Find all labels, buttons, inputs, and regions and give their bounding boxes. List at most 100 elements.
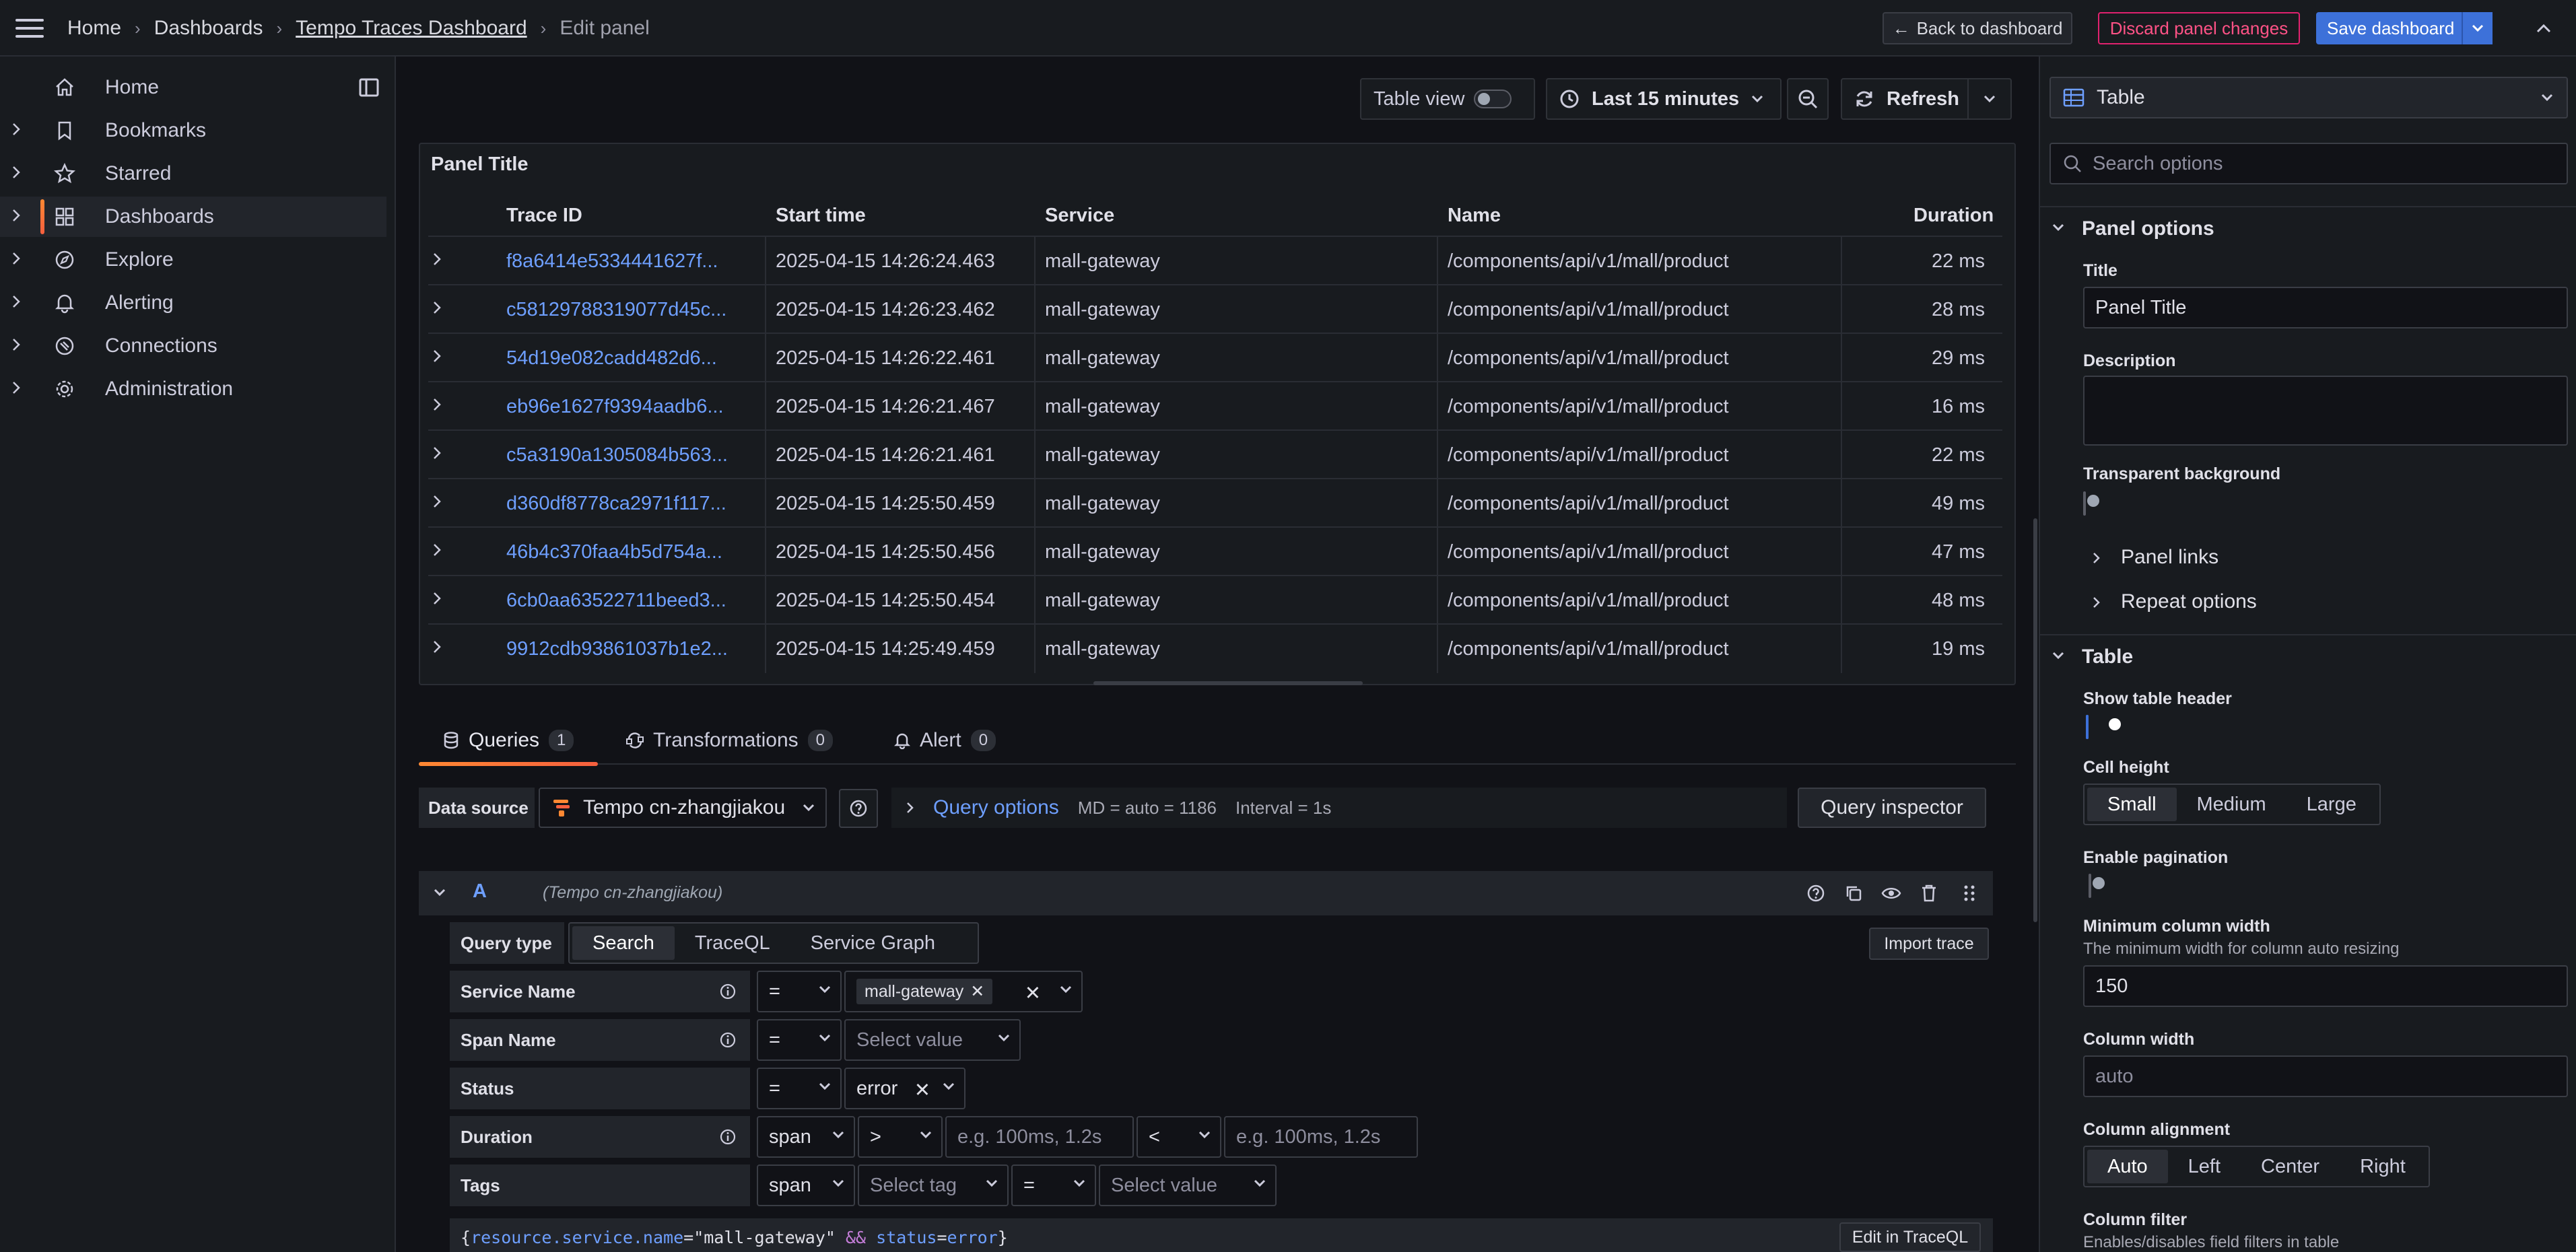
column-header-service[interactable]: Service — [1045, 205, 1114, 227]
chevron-right-icon[interactable] — [12, 381, 20, 394]
import-trace-button[interactable]: Import trace — [1869, 928, 1989, 960]
chevron-right-icon[interactable] — [12, 338, 20, 351]
repeat-options-section[interactable]: Repeat options — [2083, 582, 2568, 622]
table-view-toggle[interactable]: Table view — [1360, 78, 1535, 120]
table-row[interactable]: f8a6414e5334441627f... 2025-04-15 14:26:2… — [428, 236, 2002, 285]
datasource-picker[interactable]: Tempo cn-zhangjiakou — [539, 788, 827, 828]
query-type-search[interactable]: Search — [572, 926, 675, 960]
sidebar-item-explore[interactable]: Explore — [0, 240, 386, 280]
chevron-right-icon[interactable] — [12, 252, 20, 265]
sidebar-item-bookmarks[interactable]: Bookmarks — [0, 110, 386, 151]
expand-row-icon[interactable] — [432, 494, 442, 509]
query-type-service-graph[interactable]: Service Graph — [790, 926, 955, 960]
breadcrumb-dashboards[interactable]: Dashboards — [154, 17, 263, 40]
tab-queries[interactable]: Queries 1 — [418, 716, 599, 766]
sidebar-item-administration[interactable]: Administration — [0, 369, 386, 409]
sidebar-item-starred[interactable]: Starred — [0, 153, 386, 194]
refresh-interval-dropdown[interactable] — [1967, 78, 2012, 120]
duration-max-operator[interactable]: < — [1137, 1116, 1221, 1158]
table-options-section[interactable]: Table — [2040, 634, 2576, 679]
chevron-right-icon[interactable] — [12, 123, 20, 136]
info-circle-icon[interactable] — [719, 983, 737, 1000]
column-header-trace-id[interactable]: Trace ID — [506, 205, 582, 227]
panel-links-section[interactable]: Panel links — [2083, 537, 2568, 578]
expand-row-icon[interactable] — [432, 446, 442, 460]
chevron-right-icon[interactable] — [12, 295, 20, 308]
min-column-width-input[interactable]: 150 — [2083, 965, 2568, 1007]
enable-pagination-switch[interactable] — [2089, 874, 2091, 898]
eye-icon[interactable] — [1880, 882, 1903, 905]
chevron-down-icon[interactable] — [434, 889, 446, 897]
info-circle-icon[interactable] — [719, 1128, 737, 1146]
trace-id-link[interactable]: 6cb0aa63522711beed3... — [506, 590, 726, 612]
duration-min-input[interactable]: e.g. 100ms, 1.2s — [945, 1116, 1134, 1158]
show-table-header-switch[interactable] — [2086, 715, 2089, 739]
column-header-start-time[interactable]: Start time — [776, 205, 866, 227]
drag-handle-icon[interactable] — [1958, 882, 1981, 905]
collapse-pane-button[interactable] — [2528, 12, 2560, 44]
expand-row-icon[interactable] — [432, 397, 442, 412]
back-to-dashboard-button[interactable]: ← Back to dashboard — [1883, 12, 2072, 44]
time-range-picker[interactable]: Last 15 minutes — [1546, 78, 1782, 120]
copy-icon[interactable] — [1842, 882, 1865, 905]
align-auto[interactable]: Auto — [2087, 1150, 2168, 1183]
tags-value-select[interactable]: Select value — [1099, 1164, 1277, 1206]
trace-id-link[interactable]: 46b4c370faa4b5d754a... — [506, 541, 722, 563]
table-row[interactable]: c58129788319077d45c... 2025-04-15 14:26:2… — [428, 284, 2002, 334]
trace-id-link[interactable]: c58129788319077d45c... — [506, 299, 726, 321]
breadcrumb-dashboard[interactable]: Tempo Traces Dashboard — [296, 17, 527, 40]
trace-id-link[interactable]: d360df8778ca2971f117... — [506, 493, 726, 515]
trace-id-link[interactable]: eb96e1627f9394aadb6... — [506, 396, 724, 418]
expand-row-icon[interactable] — [432, 349, 442, 363]
span-name-value-select[interactable]: Select value — [844, 1019, 1021, 1061]
query-options-toggle[interactable]: Query options MD = auto = 1186 Interval … — [891, 788, 1787, 828]
trace-id-link[interactable]: c5a3190a1305084b563... — [506, 444, 728, 466]
dock-menu-icon[interactable] — [357, 75, 381, 100]
sidebar-item-connections[interactable]: Connections — [0, 326, 386, 366]
table-row[interactable]: c5a3190a1305084b563... 2025-04-15 14:26:2… — [428, 429, 2002, 479]
table-row[interactable]: 46b4c370faa4b5d754a... 2025-04-15 14:25:5… — [428, 526, 2002, 576]
table-row[interactable]: 54d19e082cadd482d6... 2025-04-15 14:26:22… — [428, 333, 2002, 382]
service-name-value-select[interactable]: mall-gateway ✕ ✕ — [844, 971, 1083, 1012]
expand-row-icon[interactable] — [432, 543, 442, 557]
breadcrumb-home[interactable]: Home — [67, 17, 121, 40]
visualization-picker[interactable]: Table — [2049, 77, 2568, 118]
refresh-button[interactable]: Refresh — [1841, 78, 1969, 120]
menu-icon[interactable] — [15, 15, 44, 42]
search-options-input[interactable]: Search options — [2049, 143, 2568, 184]
expand-row-icon[interactable] — [432, 639, 442, 654]
expand-row-icon[interactable] — [432, 252, 442, 267]
chevron-right-icon[interactable] — [12, 166, 20, 179]
trash-icon[interactable] — [1918, 882, 1940, 905]
vertical-scrollbar[interactable] — [2033, 518, 2037, 922]
status-operator[interactable]: = — [757, 1068, 842, 1109]
sidebar-item-dashboards[interactable]: Dashboards — [0, 197, 386, 237]
query-type-traceql[interactable]: TraceQL — [675, 926, 790, 960]
cell-height-small[interactable]: Small — [2087, 788, 2177, 821]
trace-id-link[interactable]: f8a6414e5334441627f... — [506, 250, 718, 273]
query-letter[interactable]: A — [473, 880, 487, 903]
trace-id-link[interactable]: 9912cdb93861037b1e2... — [506, 638, 728, 660]
clear-icon[interactable]: ✕ — [914, 1078, 930, 1102]
table-row[interactable]: 6cb0aa63522711beed3... 2025-04-15 14:25:5… — [428, 575, 2002, 625]
table-view-switch[interactable] — [1474, 90, 1512, 108]
expand-row-icon[interactable] — [432, 591, 442, 606]
duration-max-input[interactable]: e.g. 100ms, 1.2s — [1224, 1116, 1418, 1158]
expand-row-icon[interactable] — [432, 300, 442, 315]
title-input[interactable]: Panel Title — [2083, 287, 2568, 328]
tab-transformations[interactable]: Transformations 0 — [626, 716, 833, 765]
datasource-help-button[interactable] — [839, 789, 878, 828]
status-value-select[interactable]: error ✕ — [844, 1068, 965, 1109]
align-right[interactable]: Right — [2340, 1150, 2426, 1183]
duration-min-operator[interactable]: > — [858, 1116, 943, 1158]
column-header-duration[interactable]: Duration — [1913, 205, 1994, 227]
duration-scope-select[interactable]: span — [757, 1116, 855, 1158]
tab-alert[interactable]: Alert 0 — [894, 716, 996, 765]
table-row[interactable]: eb96e1627f9394aadb6... 2025-04-15 14:26:2… — [428, 381, 2002, 431]
cell-height-medium[interactable]: Medium — [2177, 788, 2286, 821]
span-name-operator[interactable]: = — [757, 1019, 842, 1061]
zoom-out-button[interactable] — [1787, 78, 1829, 120]
sidebar-item-alerting[interactable]: Alerting — [0, 283, 386, 323]
align-left[interactable]: Left — [2168, 1150, 2241, 1183]
sidebar-item-home[interactable]: Home — [0, 67, 386, 108]
